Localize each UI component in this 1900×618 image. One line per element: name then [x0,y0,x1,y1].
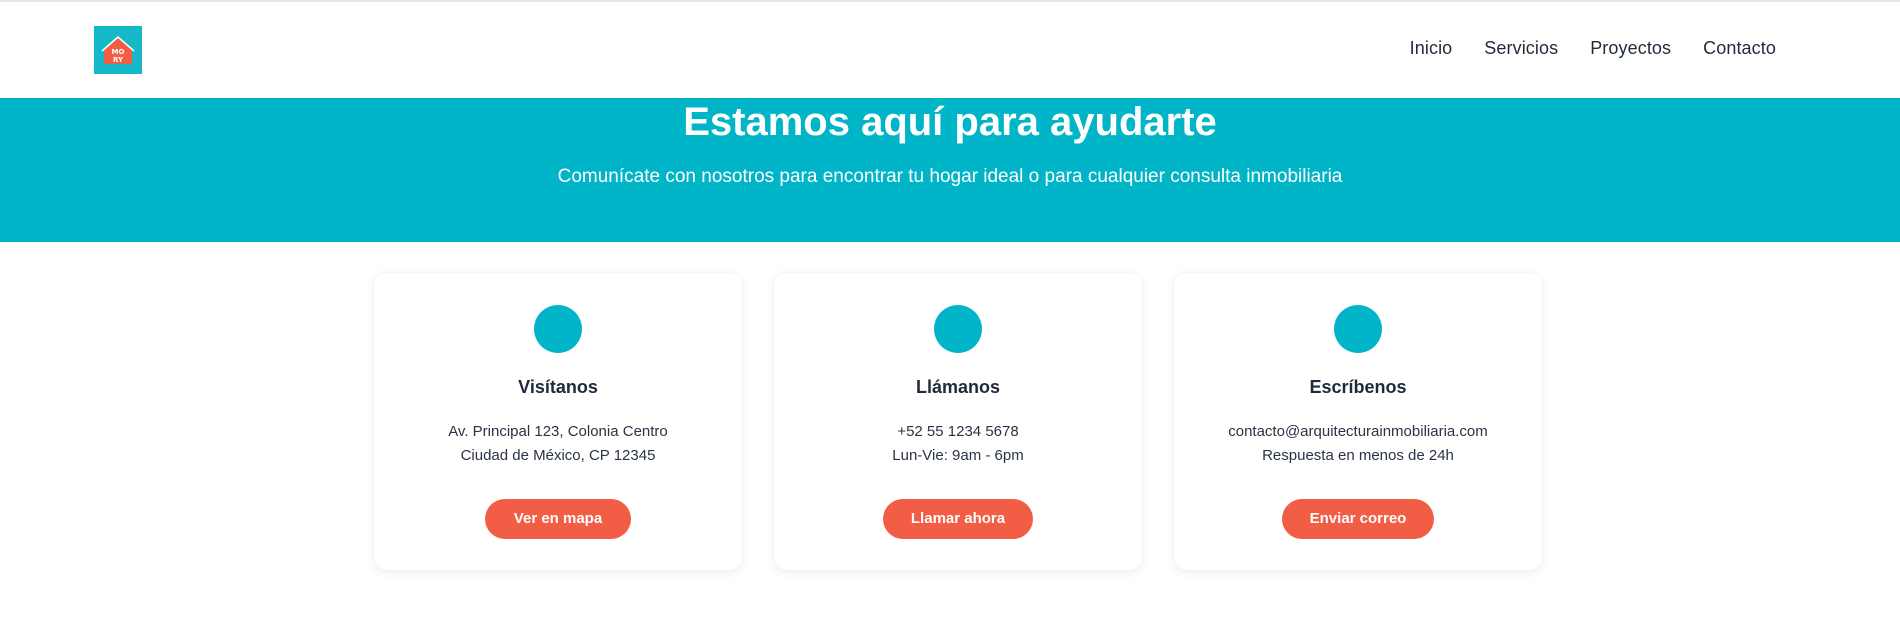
response-time-line: Respuesta en menos de 24h [1262,447,1454,464]
house-logo-icon: MO RY [101,36,135,64]
site-header: MO RY Inicio Servicios Proyectos Contact… [0,2,1900,98]
location-icon [534,305,582,353]
nav-contacto[interactable]: Contacto [1703,38,1776,59]
email-line: contacto@arquitecturainmobiliaria.com [1228,423,1488,440]
nav-inicio[interactable]: Inicio [1410,38,1453,59]
address-line: Av. Principal 123, Colonia Centro [448,423,668,440]
card-title: Escríbenos [1309,377,1407,397]
card-title: Llámanos [915,377,1001,397]
nav-servicios[interactable]: Servicios [1484,38,1558,59]
view-map-button[interactable]: Ver en mapa [485,499,631,539]
main-nav: Inicio Servicios Proyectos Contacto [1410,38,1776,59]
nav-proyectos[interactable]: Proyectos [1590,38,1671,59]
send-email-button[interactable]: Enviar correo [1282,499,1434,539]
call-now-button[interactable]: Llamar ahora [883,499,1033,539]
hero-banner: Estamos aquí para ayudarte Comunícate co… [0,98,1900,242]
logo[interactable]: MO RY [94,26,142,74]
contact-cards: Visítanos Av. Principal 123, Colonia Cen… [374,273,1542,570]
hero-title: Estamos aquí para ayudarte [683,100,1217,144]
hours-line: Lun-Vie: 9am - 6pm [892,447,1024,464]
phone-line: +52 55 1234 5678 [897,423,1019,440]
city-line: Ciudad de México, CP 12345 [460,447,656,464]
card-write: Escríbenos contacto@arquitecturainmobili… [1174,273,1542,570]
email-icon [1334,305,1382,353]
card-call: Llámanos +52 55 1234 5678 Lun-Vie: 9am -… [774,273,1142,570]
logo-text-top: MO [112,48,125,56]
hero-subtitle: Comunícate con nosotros para encontrar t… [557,166,1343,187]
card-visit: Visítanos Av. Principal 123, Colonia Cen… [374,273,742,570]
phone-icon [934,305,982,353]
logo-text-bottom: RY [113,56,124,64]
card-title: Visítanos [518,377,598,397]
